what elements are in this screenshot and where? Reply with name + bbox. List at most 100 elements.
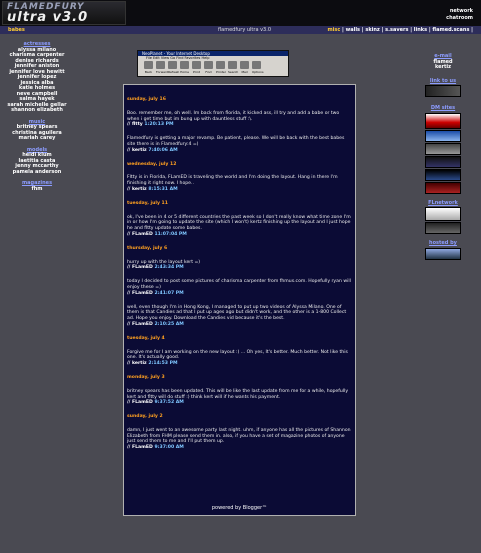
network-site-button[interactable] [425,222,461,234]
post-author[interactable]: FLamED [132,265,153,270]
logo-main-text: ultra v3.0 [7,10,89,25]
toolbar-label: Back [144,70,153,74]
post-meta: // FLamED 2:43:34 PM [127,265,184,271]
post-date: tuesday, july 4 [127,335,165,341]
flamedfury-link-button[interactable] [425,85,461,97]
news-panel: sunday, july 16 Boo. remember me, oh wel… [123,84,356,516]
forward-icon [156,61,165,69]
toolbar-label: Print [193,70,200,74]
hosted-by-heading: hosted by [429,240,457,246]
browser-toolbar [138,60,288,70]
host-button[interactable] [425,247,461,260]
news-post: Flamedfury is getting a major revamp. Be… [127,136,352,153]
post-body: today I decided to post some pictures of… [127,279,351,290]
news-post: monday, july 3 britney spears has been u… [127,375,352,406]
powered-by-blogger[interactable]: powered by Blogger™ [124,505,355,511]
back-icon [144,61,153,69]
toolbar-label: Options [252,70,264,74]
options-icon [252,61,261,69]
post-time[interactable]: 9:37:52 AM [154,400,183,405]
post-body: well, even though I'm in Hong Kong, I ma… [127,304,347,322]
post-date: sunday, july 2 [127,414,163,420]
link-to-us-heading: link to us [429,77,457,84]
network-link[interactable]: network [446,8,473,15]
news-post: well, even though I'm in Hong Kong, I ma… [127,305,352,328]
nav-site-title: flamedfury ultra v3.0 [218,27,272,33]
post-meta: // FLamED 2:41:07 PM [127,290,184,296]
post-author[interactable]: FLamED [132,400,153,405]
death-site-button[interactable] [425,112,461,129]
post-meta: // FLamED 11:07:04 PM [127,231,187,237]
nav-ssavers-link[interactable]: s.savers [385,27,408,33]
news-post: sunday, july 2 damn, I just went to an a… [127,414,352,451]
fl-network-heading: FLnetwork [428,199,458,206]
babe-link[interactable]: pamela anderson [4,169,70,176]
toolbar-label: Refresh [168,70,180,74]
nav-babes-link[interactable]: babes [8,26,25,34]
news-post: today I decided to post some pictures of… [127,279,352,296]
post-author[interactable]: kertiz [132,148,147,153]
nav-bar: babes flamedfury ultra v3.0 misc | walls… [0,26,481,34]
dm-site-button[interactable] [425,142,461,155]
nav-misc-link[interactable]: misc [327,27,340,33]
post-body: damn, I just went to an awesome party la… [127,427,351,445]
dm-site-button[interactable] [425,129,461,142]
neoplanet-browser-image: NeoPlanet - Your Internet Desktop File E… [137,50,289,77]
dm-site-button[interactable] [425,181,461,194]
babe-link[interactable]: fhm [4,186,70,193]
refresh-icon [168,61,177,69]
post-author[interactable]: fltty [132,122,143,127]
post-time[interactable]: 7:40:06 AM [148,148,177,153]
news-post: thursday, july 6 hurry up with the layou… [127,246,352,271]
post-author[interactable]: FLamED [132,291,153,296]
post-meta: // FLamED 9:37:52 AM [127,400,184,406]
models-group: models heidi klum laetitia casta jenny m… [4,147,70,176]
post-author[interactable]: FLamED [132,232,153,237]
nav-walls-link[interactable]: walls [346,27,360,33]
post-time[interactable]: 9:37:00 AM [154,445,183,450]
dm-site-button[interactable] [425,155,461,168]
toolbar-label: Forward [156,70,169,74]
actresses-group: actresses alyssa milano charisma carpent… [4,41,70,114]
toolbar-label: Mail [241,70,248,74]
news-post: tuesday, july 11 ok, I've been in 4 or 5… [127,201,352,238]
post-body: Fltty is in Florida, FLamED is traveling… [127,175,338,187]
post-meta: // kertiz 7:40:06 AM [127,147,178,153]
nav-links: misc | walls | skinz | s.savers | links … [327,27,473,33]
network-site-button[interactable] [425,207,461,221]
toolbar-label: Printer [216,70,226,74]
site-logo[interactable]: FLAMEDFURY ultra v3.0 [2,1,126,25]
post-time[interactable]: 2:41:07 PM [154,291,183,296]
post-date: tuesday, july 11 [127,200,168,206]
post-time[interactable]: 2:14:53 PM [148,361,177,366]
post-time[interactable]: 1:20:13 PM [144,122,173,127]
post-body: Boo. remember me, oh well. Im back from … [127,110,340,122]
nav-flamed-scans-link[interactable]: flamed.scans [432,27,469,33]
toolbar-label: Search [228,70,239,74]
post-date: sunday, july 16 [127,97,166,102]
search-icon [228,61,237,69]
home-icon [180,61,189,69]
news-post: tuesday, july 4 Forgive me for I am work… [127,336,352,367]
post-author[interactable]: kertiz [132,187,147,192]
post-author[interactable]: kertiz [132,361,147,366]
babe-link[interactable]: shannon elizabeth [4,107,70,114]
header-links: network chatroom [446,8,473,22]
post-meta: // kertiz 2:14:53 PM [127,361,178,367]
post-time[interactable]: 2:10:25 AM [154,322,183,327]
nav-skinz-link[interactable]: skinz [365,27,380,33]
post-meta: // fltty 1:20:13 PM [127,122,174,128]
post-author[interactable]: FLamED [132,445,153,450]
post-author[interactable]: FLamED [132,322,153,327]
left-sidebar: actresses alyssa milano charisma carpent… [4,41,70,198]
post-time[interactable]: 11:07:04 PM [154,232,186,237]
post-date: monday, july 3 [127,374,165,380]
post-time[interactable]: 8:15:31 AM [148,187,177,192]
babe-link[interactable]: mariah carey [4,135,70,142]
post-time[interactable]: 2:43:34 PM [154,265,183,270]
magazines-group: magazines fhm [4,180,70,193]
dm-site-button[interactable] [425,168,461,181]
nav-links-link[interactable]: links [414,27,427,33]
post-body: Forgive me for I am working on the new l… [127,349,348,361]
chatroom-link[interactable]: chatroom [446,15,473,22]
